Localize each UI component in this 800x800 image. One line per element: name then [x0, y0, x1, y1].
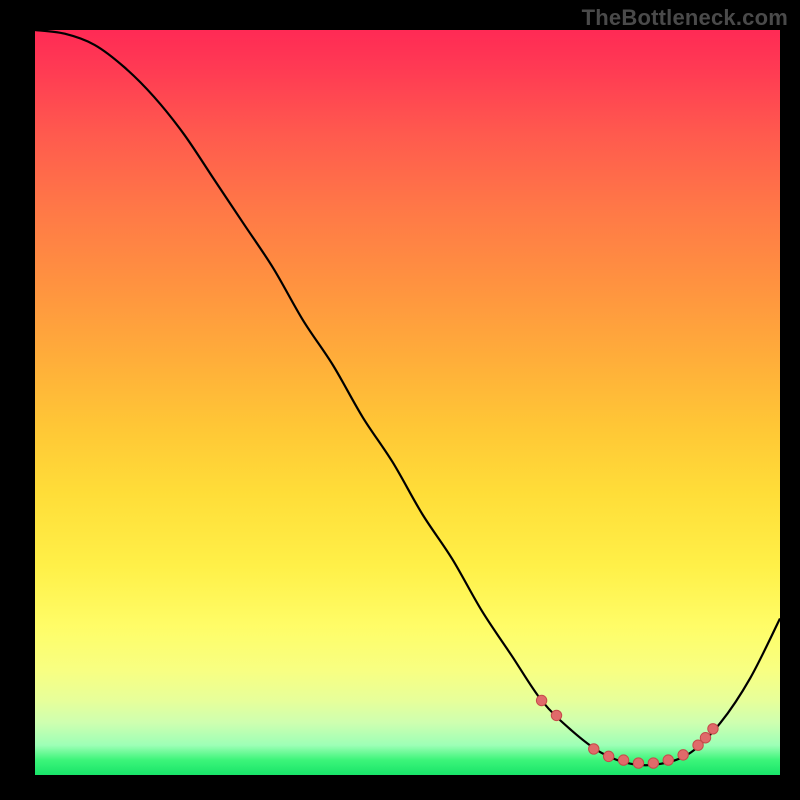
- bottleneck-curve: [35, 30, 780, 765]
- highlight-dot: [536, 695, 546, 705]
- chart-plot-area: [35, 30, 780, 775]
- highlight-dot: [633, 758, 643, 768]
- highlight-dot: [648, 758, 658, 768]
- watermark-text: TheBottleneck.com: [582, 5, 788, 31]
- highlight-dot: [618, 755, 628, 765]
- chart-svg: [35, 30, 780, 775]
- highlight-dot: [708, 724, 718, 734]
- highlight-dots: [536, 695, 718, 768]
- highlight-dot: [603, 751, 613, 761]
- highlight-dot: [663, 755, 673, 765]
- highlight-dot: [700, 733, 710, 743]
- highlight-dot: [678, 750, 688, 760]
- highlight-dot: [551, 710, 561, 720]
- highlight-dot: [589, 744, 599, 754]
- chart-frame: TheBottleneck.com: [0, 0, 800, 800]
